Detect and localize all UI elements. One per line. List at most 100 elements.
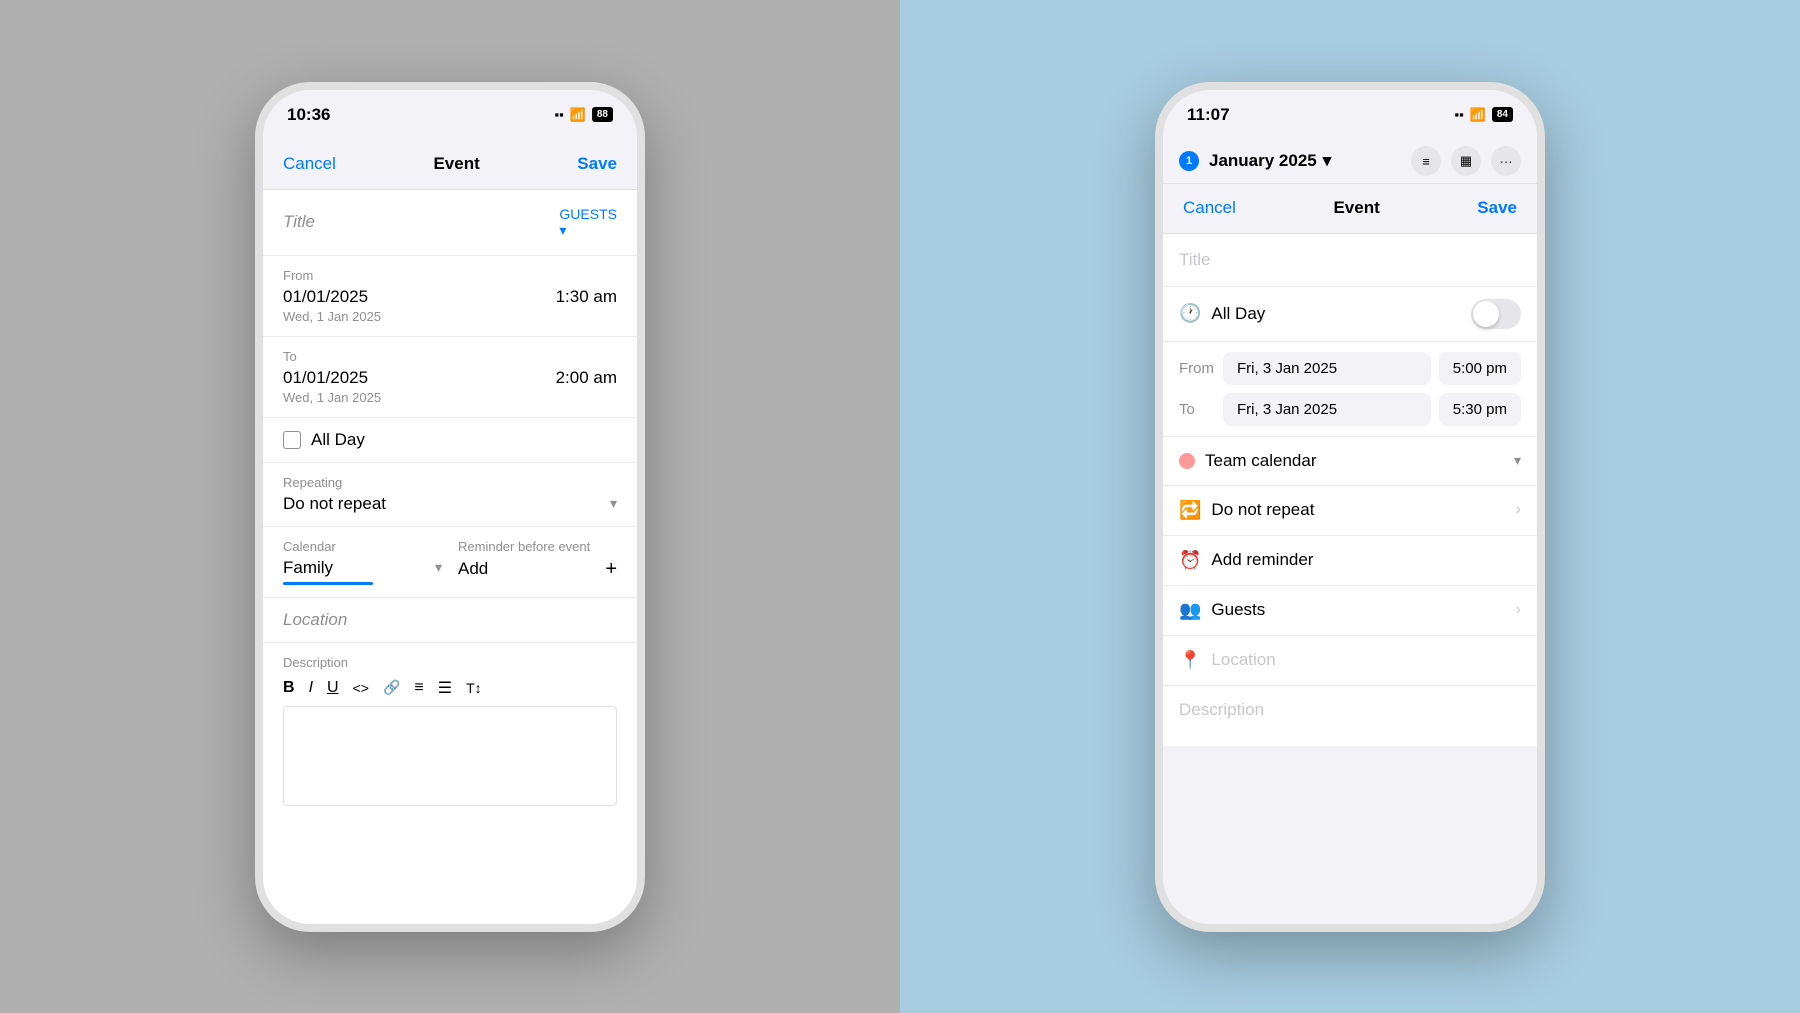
- right-repeat-row[interactable]: 🔁 Do not repeat ›: [1163, 486, 1537, 536]
- right-calendar-row[interactable]: Team calendar ▾: [1163, 437, 1537, 486]
- calendar-view-buttons: ≡ ▦ ···: [1411, 146, 1521, 176]
- signal-icon: ▪▪: [554, 107, 563, 122]
- bold-button[interactable]: B: [283, 679, 295, 697]
- to-day: Wed, 1 Jan 2025: [283, 390, 617, 405]
- wifi-icon: 📶: [1470, 107, 1486, 123]
- unordered-list-button[interactable]: ☰: [438, 678, 452, 698]
- underline-button[interactable]: U: [327, 679, 339, 697]
- right-status-icons: ▪▪ 📶 84: [1454, 107, 1513, 123]
- right-nav-title: Event: [1333, 198, 1379, 218]
- left-phone: 10:36 ▪▪ 📶 88 Cancel Event Save Title GU…: [255, 82, 645, 932]
- reminder-row-left: ⏰ Add reminder: [1179, 550, 1313, 571]
- allday-section[interactable]: All Day: [263, 418, 637, 463]
- reminder-label: Reminder before event: [458, 539, 617, 554]
- right-save-button[interactable]: Save: [1477, 198, 1517, 218]
- allday-checkbox[interactable]: [283, 431, 301, 449]
- calendar-more-button[interactable]: ···: [1491, 146, 1521, 176]
- reminder-label: Add reminder: [1211, 550, 1313, 570]
- battery-indicator: 84: [1492, 107, 1513, 122]
- calendar-month-row: 1 January 2025 ▾: [1179, 151, 1331, 171]
- calendar-value[interactable]: Family: [283, 558, 333, 578]
- to-date[interactable]: 01/01/2025: [283, 368, 368, 388]
- right-allday-row[interactable]: 🕐 All Day: [1163, 287, 1537, 342]
- right-from-date-button[interactable]: Fri, 3 Jan 2025: [1223, 352, 1431, 385]
- right-reminder-row[interactable]: ⏰ Add reminder: [1163, 536, 1537, 586]
- to-section: To 01/01/2025 2:00 am Wed, 1 Jan 2025: [263, 337, 637, 418]
- right-background: 11:07 ▪▪ 📶 84 1 January 2025 ▾ ≡ ▦ ···: [900, 0, 1800, 1013]
- title-input[interactable]: Title: [283, 212, 559, 232]
- link-button[interactable]: 🔗: [383, 679, 400, 696]
- right-from-row: From Fri, 3 Jan 2025 5:00 pm: [1179, 352, 1521, 385]
- description-section: Description B I U <> 🔗 ≡ ☰ T↕: [263, 643, 637, 818]
- month-chevron-icon[interactable]: ▾: [1323, 151, 1332, 171]
- from-time[interactable]: 1:30 am: [556, 287, 617, 307]
- location-input[interactable]: Location: [283, 610, 347, 629]
- repeat-chevron-icon[interactable]: ›: [1516, 501, 1521, 519]
- right-guests-row[interactable]: 👥 Guests ›: [1163, 586, 1537, 636]
- from-date[interactable]: 01/01/2025: [283, 287, 368, 307]
- right-location-row[interactable]: 📍 Location: [1163, 636, 1537, 686]
- ordered-list-button[interactable]: ≡: [414, 679, 423, 697]
- repeat-icon: 🔁: [1179, 500, 1201, 521]
- right-phone: 11:07 ▪▪ 📶 84 1 January 2025 ▾ ≡ ▦ ···: [1155, 82, 1545, 932]
- allday-toggle[interactable]: [1471, 299, 1521, 329]
- reminder-icon: ⏰: [1179, 550, 1201, 571]
- guests-chevron-icon[interactable]: ›: [1516, 601, 1521, 619]
- repeating-label: Repeating: [283, 475, 617, 490]
- right-form: Title 🕐 All Day From Fri, 3 Jan 2025 5:0…: [1163, 234, 1537, 924]
- left-cancel-button[interactable]: Cancel: [283, 154, 336, 174]
- left-status-bar: 10:36 ▪▪ 📶 88: [263, 90, 637, 140]
- right-title-input[interactable]: Title: [1179, 250, 1211, 269]
- repeating-dropdown-icon[interactable]: ▾: [610, 495, 617, 512]
- from-label: From: [283, 268, 617, 283]
- guests-icon: 👥: [1179, 600, 1201, 621]
- to-time[interactable]: 2:00 am: [556, 368, 617, 388]
- repeat-row-left: 🔁 Do not repeat: [1179, 500, 1314, 521]
- allday-label: All Day: [1211, 304, 1265, 324]
- location-input[interactable]: Location: [1211, 650, 1275, 670]
- from-section: From 01/01/2025 1:30 am Wed, 1 Jan 2025: [263, 256, 637, 337]
- guests-row-left: 👥 Guests: [1179, 600, 1265, 621]
- repeating-value[interactable]: Do not repeat: [283, 494, 386, 514]
- repeat-label: Do not repeat: [1211, 500, 1314, 520]
- right-datetime-section: From Fri, 3 Jan 2025 5:00 pm To Fri, 3 J…: [1163, 342, 1537, 437]
- right-to-date-button[interactable]: Fri, 3 Jan 2025: [1223, 393, 1431, 426]
- right-to-label: To: [1179, 401, 1215, 418]
- calendar-label: Calendar: [283, 539, 442, 554]
- right-nav-bar: Cancel Event Save: [1163, 184, 1537, 234]
- calendar-row-left: Team calendar: [1179, 451, 1317, 471]
- guests-button[interactable]: GUESTS ▾: [559, 206, 617, 239]
- right-cancel-button[interactable]: Cancel: [1183, 198, 1236, 218]
- calendar-view-grid-button[interactable]: ▦: [1451, 146, 1481, 176]
- left-status-icons: ▪▪ 📶 88: [554, 107, 613, 123]
- location-icon: 📍: [1179, 650, 1201, 671]
- calendar-view-list-button[interactable]: ≡: [1411, 146, 1441, 176]
- description-label: Description: [283, 655, 617, 670]
- right-status-bar: 11:07 ▪▪ 📶 84: [1163, 90, 1537, 140]
- reminder-value[interactable]: Add: [458, 559, 488, 579]
- left-form: Title GUESTS ▾ From 01/01/2025 1:30 am W…: [263, 190, 637, 924]
- right-description-row[interactable]: Description: [1163, 686, 1537, 746]
- right-to-time-button[interactable]: 5:30 pm: [1439, 393, 1521, 426]
- calendar-header: 1 January 2025 ▾ ≡ ▦ ···: [1163, 140, 1537, 184]
- to-label: To: [283, 349, 617, 364]
- left-nav-bar: Cancel Event Save: [263, 140, 637, 190]
- title-section: Title GUESTS ▾: [263, 190, 637, 256]
- description-editor[interactable]: [283, 706, 617, 806]
- clock-icon: 🕐: [1179, 303, 1201, 324]
- location-section[interactable]: Location: [263, 598, 637, 643]
- right-from-time-button[interactable]: 5:00 pm: [1439, 352, 1521, 385]
- description-input[interactable]: Description: [1179, 700, 1264, 719]
- text-size-button[interactable]: T↕: [466, 680, 482, 696]
- code-button[interactable]: <>: [353, 680, 369, 696]
- add-reminder-button[interactable]: +: [605, 558, 617, 581]
- calendar-col: Calendar Family ▾: [283, 539, 442, 585]
- calendar-dropdown-icon[interactable]: ▾: [435, 559, 442, 576]
- calendar-color-dot: [1179, 453, 1195, 469]
- right-title-section: Title: [1163, 234, 1537, 287]
- left-save-button[interactable]: Save: [577, 154, 617, 174]
- calendar-expand-icon[interactable]: ▾: [1514, 452, 1521, 469]
- calendar-day-badge: 1: [1179, 151, 1199, 171]
- italic-button[interactable]: I: [309, 679, 313, 697]
- left-time: 10:36: [287, 105, 330, 125]
